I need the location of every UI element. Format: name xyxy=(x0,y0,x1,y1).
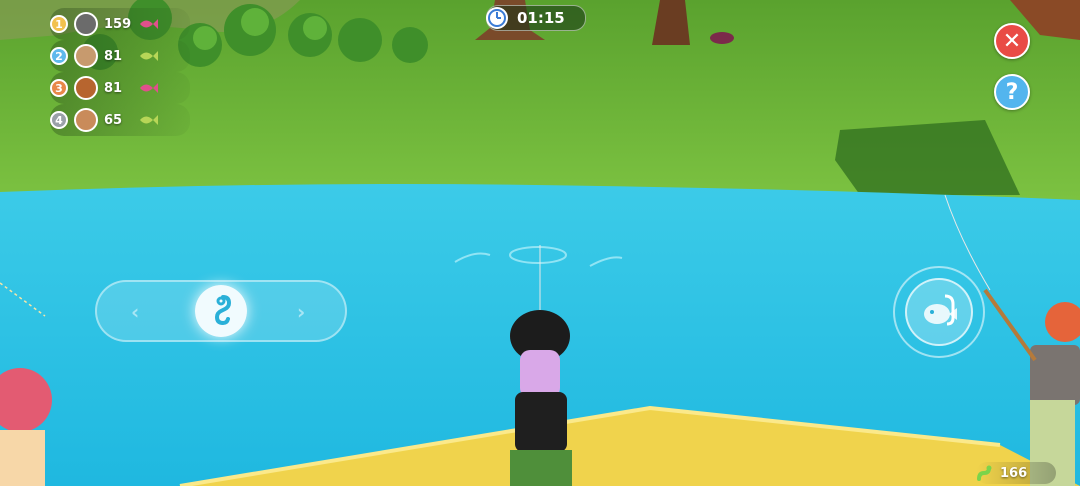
rank-badge: 3 xyxy=(50,79,68,97)
timer-value: 01:15 xyxy=(517,9,565,27)
leaderboard-entry: 3 81 xyxy=(50,72,190,104)
fish-icon xyxy=(140,115,158,125)
player-avatar xyxy=(74,76,98,100)
leaderboard-entry: 4 65 xyxy=(50,104,190,136)
chevron-right-icon: › xyxy=(297,300,306,324)
fish-hook-icon xyxy=(924,294,957,326)
rank-badge: 4 xyxy=(50,111,68,129)
score: 159 xyxy=(104,16,132,32)
bait-count: 166 xyxy=(1000,465,1028,481)
leaderboard: 1 159 2 81 3 81 4 65 xyxy=(50,8,200,136)
fish-icon xyxy=(140,19,158,29)
worm-icon xyxy=(977,465,992,481)
rank-badge: 1 xyxy=(50,15,68,33)
fish-icon xyxy=(140,83,158,93)
player-avatar xyxy=(74,108,98,132)
bait-counter: 166 xyxy=(976,462,1056,484)
help-button[interactable]: ? xyxy=(994,74,1030,110)
question-icon: ? xyxy=(1005,79,1019,105)
player-character xyxy=(510,310,572,486)
close-button[interactable]: ✕ xyxy=(994,23,1030,59)
score: 65 xyxy=(104,112,123,128)
score: 81 xyxy=(104,80,123,96)
leaderboard-entry: 2 81 xyxy=(50,40,190,72)
clock-icon xyxy=(486,7,508,29)
chevron-left-icon: ‹ xyxy=(131,300,140,324)
player-avatar xyxy=(74,12,98,36)
cast-button-inner xyxy=(905,278,973,346)
match-timer: 01:15 xyxy=(486,5,586,31)
reel-slider[interactable]: ‹ › xyxy=(95,280,347,342)
close-icon: ✕ xyxy=(1002,28,1022,54)
rank-badge: 2 xyxy=(50,47,68,65)
player-avatar xyxy=(74,44,98,68)
crab xyxy=(710,32,734,44)
hook-icon xyxy=(214,295,232,326)
fish-icon xyxy=(140,51,158,61)
reel-slider-handle[interactable] xyxy=(195,285,247,337)
leaderboard-entry: 1 159 xyxy=(50,8,190,40)
cast-button[interactable] xyxy=(893,266,985,358)
score: 81 xyxy=(104,48,123,64)
